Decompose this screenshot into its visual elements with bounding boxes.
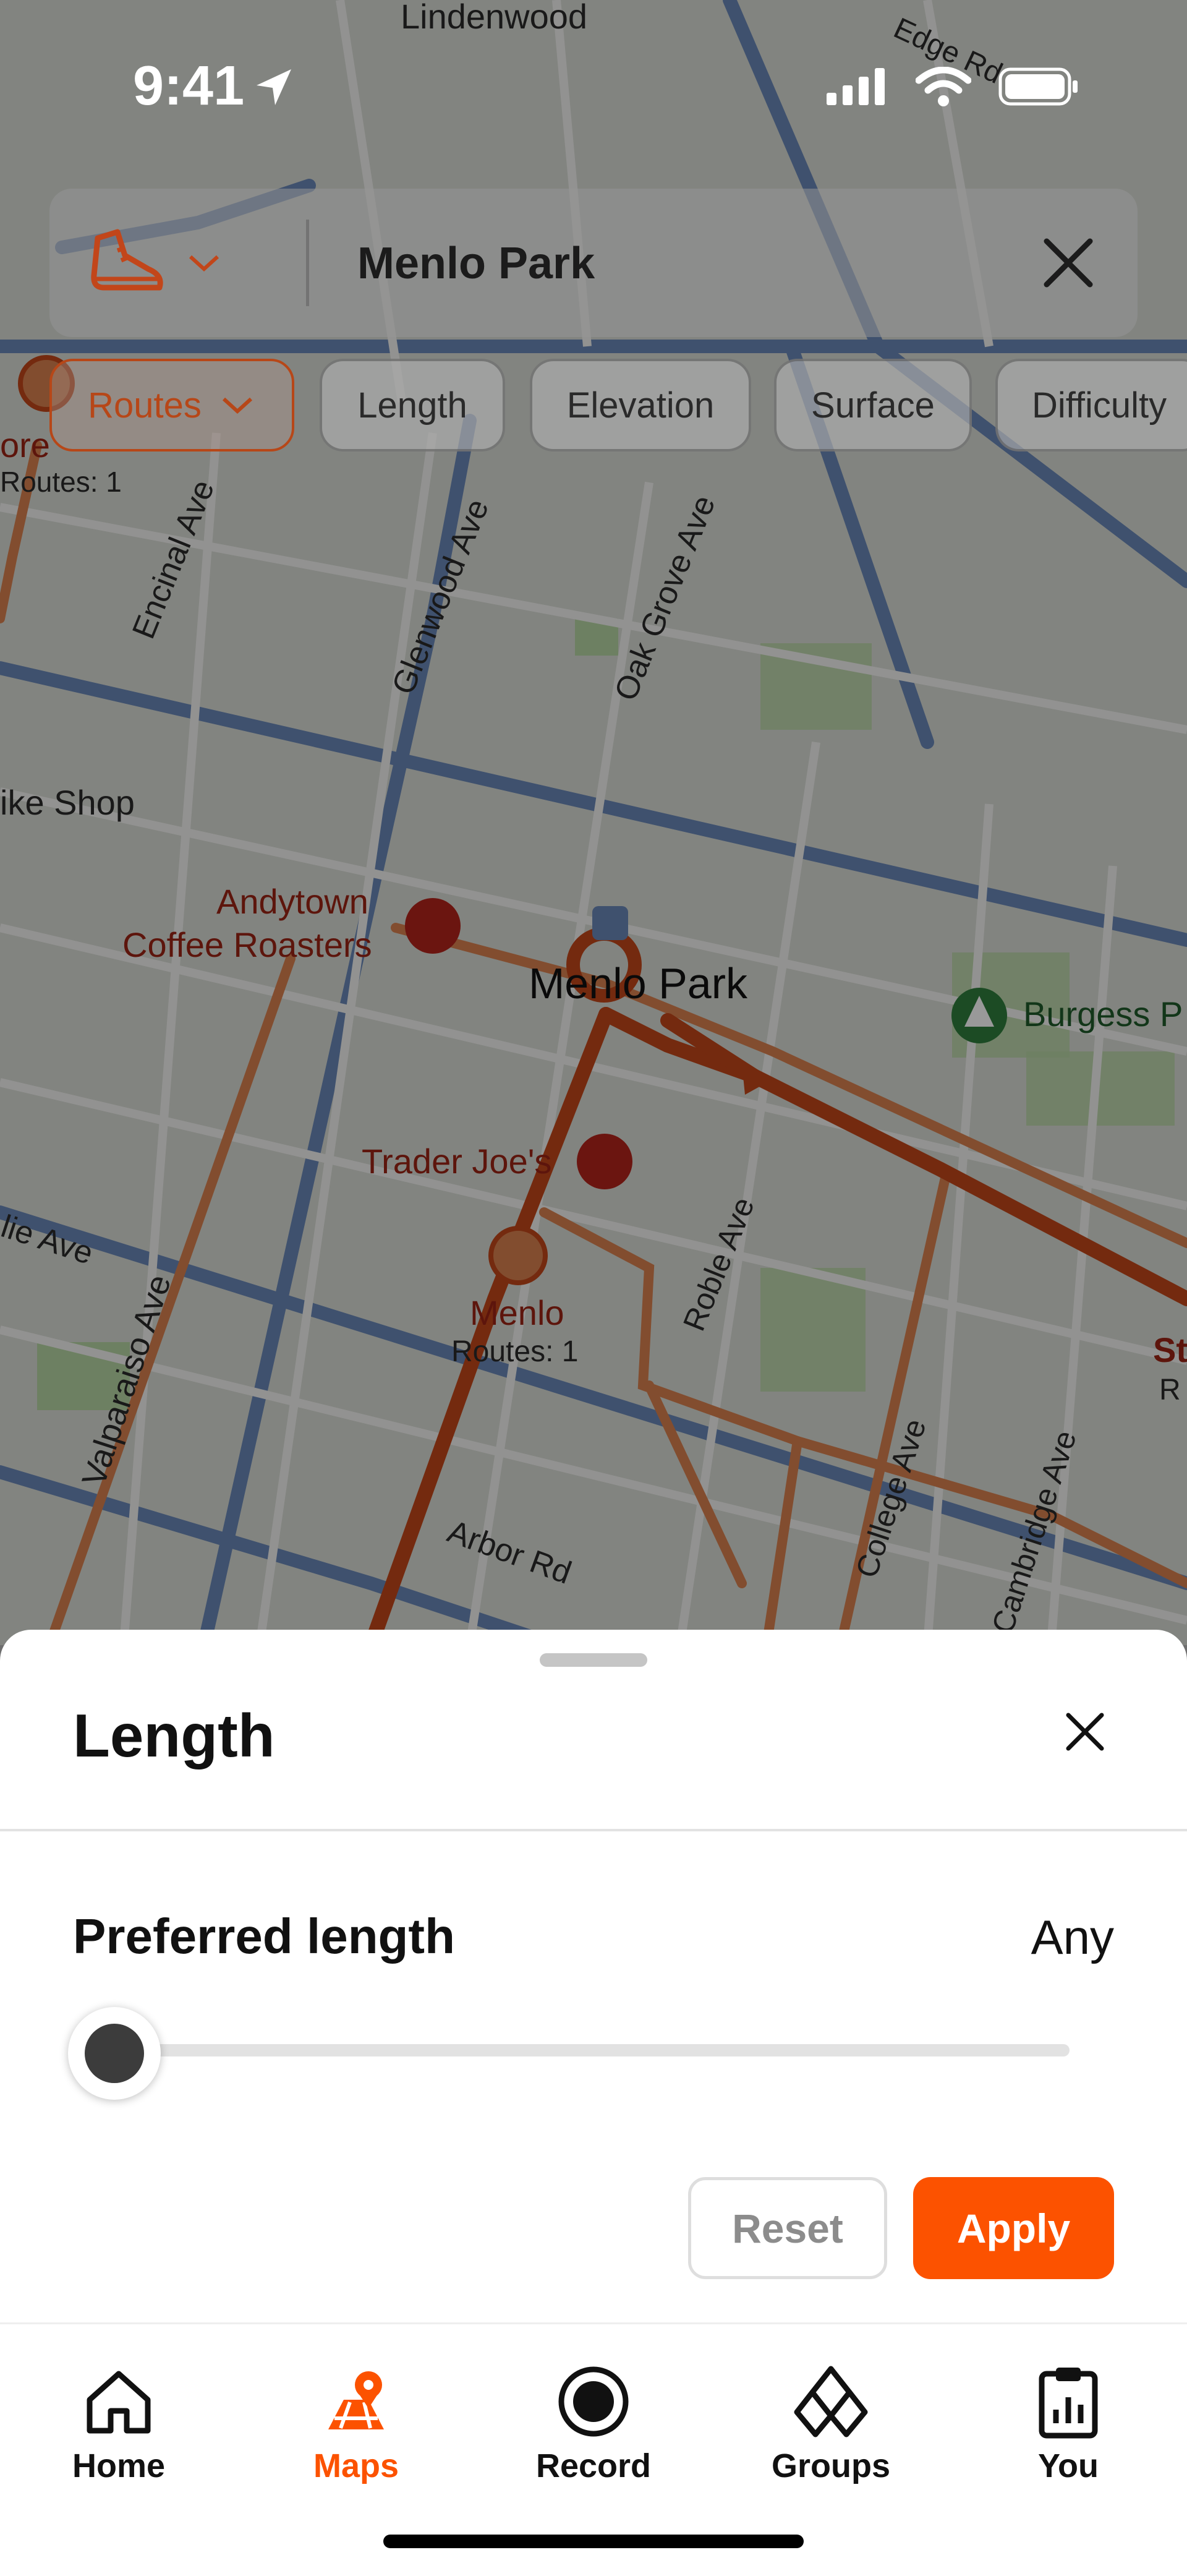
battery-icon <box>998 67 1078 106</box>
tab-home-label: Home <box>72 2447 166 2484</box>
chip-routes-label: Routes <box>88 385 202 426</box>
tab-maps-label: Maps <box>313 2447 399 2484</box>
reset-button[interactable]: Reset <box>688 2177 887 2279</box>
status-bar: 9:41 <box>0 0 1187 173</box>
search-query[interactable]: Menlo Park <box>357 238 595 289</box>
home-indicator[interactable] <box>383 2535 804 2548</box>
map-search-bar[interactable]: Menlo Park <box>49 189 1138 337</box>
record-icon <box>558 2366 629 2437</box>
apply-button[interactable]: Apply <box>913 2177 1114 2279</box>
maps-icon <box>328 2371 384 2429</box>
sheet-title: Length <box>73 1701 275 1769</box>
chevron-down-icon <box>222 397 252 414</box>
tab-record-label: Record <box>535 2447 652 2484</box>
location-arrow-icon <box>257 69 291 105</box>
slider-thumb[interactable] <box>68 2007 161 2100</box>
home-icon <box>87 2371 151 2434</box>
length-slider[interactable] <box>68 2007 1076 2100</box>
sheet-grabber[interactable] <box>540 1653 647 1667</box>
tab-maps[interactable]: Maps <box>237 2343 475 2485</box>
chevron-down-icon <box>189 255 219 272</box>
tab-you[interactable]: You <box>950 2343 1187 2485</box>
sheet-divider <box>0 1829 1187 1831</box>
tab-record[interactable]: Record <box>475 2343 712 2485</box>
tab-groups[interactable]: Groups <box>712 2343 950 2485</box>
preferred-length-value: Any <box>1031 1910 1114 1964</box>
groups-icon <box>794 2366 868 2437</box>
tab-home[interactable]: Home <box>0 2343 237 2485</box>
cellular-signal-icon <box>827 68 885 105</box>
sport-selector[interactable] <box>87 223 229 303</box>
status-time: 9:41 <box>133 55 245 117</box>
chip-length[interactable]: Length <box>320 359 505 451</box>
preferred-length-label: Preferred length <box>73 1909 455 1964</box>
close-icon[interactable] <box>1051 1698 1119 1766</box>
running-shoe-icon <box>91 229 163 291</box>
chip-surface[interactable]: Surface <box>774 359 972 451</box>
length-filter-sheet: Length Preferred length Any Reset Apply <box>0 1630 1187 2322</box>
wifi-icon <box>916 67 971 106</box>
search-separator <box>306 220 309 306</box>
close-icon[interactable] <box>1037 232 1099 294</box>
clipboard-icon <box>1039 2368 1098 2439</box>
chip-routes[interactable]: Routes <box>49 359 294 451</box>
tab-you-label: You <box>1038 2447 1099 2484</box>
chip-elevation[interactable]: Elevation <box>530 359 751 451</box>
tab-groups-label: Groups <box>771 2447 890 2484</box>
chip-difficulty[interactable]: Difficulty <box>995 359 1187 451</box>
slider-track[interactable] <box>93 2044 1070 2056</box>
